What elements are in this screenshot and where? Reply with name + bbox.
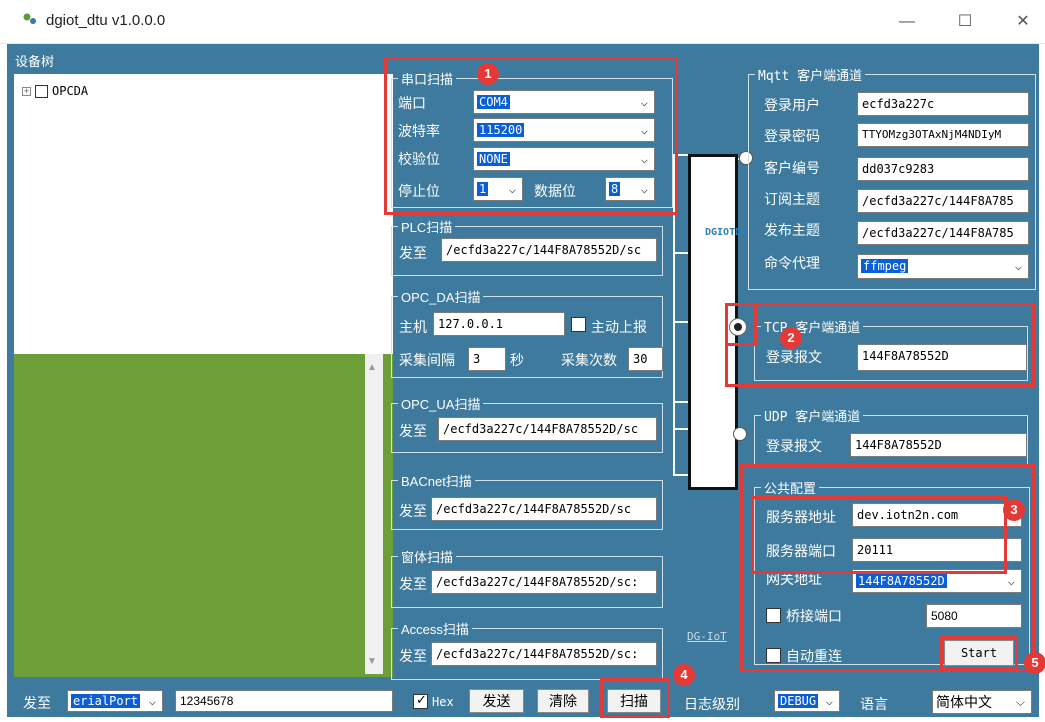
- annotation-box-3b: [751, 496, 1007, 574]
- chevron-down-icon: ⌵: [1015, 695, 1025, 709]
- mqtt-proxy-label: 命令代理: [764, 255, 820, 271]
- host-label: 主机: [399, 319, 427, 335]
- plc-scan-title: PLC扫描: [398, 217, 456, 236]
- annotation-box-2: [725, 303, 1035, 387]
- bacnet-send-label: 发至: [399, 503, 427, 519]
- tree-node-opcda[interactable]: + OPCDA: [22, 84, 88, 98]
- interval-label: 采集间隔: [399, 352, 455, 368]
- mqtt-sub-field[interactable]: /ecfd3a227c/144F8A785: [857, 189, 1029, 213]
- device-tree-label: 设备树: [15, 54, 55, 69]
- access-send-label: 发至: [399, 648, 427, 664]
- annotation-badge-4: 4: [673, 664, 695, 686]
- log-panel: [14, 352, 393, 677]
- auto-report-checkbox[interactable]: [571, 317, 586, 332]
- mqtt-password-label: 登录密码: [764, 128, 820, 144]
- annotation-badge-2: 2: [780, 327, 802, 349]
- udp-login-field[interactable]: 144F8A78552D: [850, 433, 1027, 457]
- auto-report-label: 主动上报: [591, 319, 647, 335]
- minimize-button[interactable]: —: [887, 8, 927, 36]
- udp-login-label: 登录报文: [766, 438, 822, 454]
- mqtt-client-field[interactable]: dd037c9283: [857, 157, 1029, 181]
- bus-label: DGIOTDTU: [705, 227, 754, 238]
- access-topic-field[interactable]: /ecfd3a227c/144F8A78552D/sc:: [431, 642, 657, 666]
- opc-da-title: OPC_DA扫描: [398, 287, 484, 306]
- send-target-select[interactable]: erialPort ⌵: [67, 690, 163, 712]
- udp-title: UDP 客户端通道: [761, 406, 864, 425]
- hex-label: Hex: [432, 695, 454, 709]
- bacnet-title: BACnet扫描: [398, 471, 475, 490]
- chevron-down-icon: ⌵: [825, 694, 833, 708]
- window-title: dgiot_dtu v1.0.0.0: [46, 12, 166, 29]
- annotation-badge-5: 5: [1024, 652, 1045, 674]
- tree-node-checkbox[interactable]: [35, 84, 48, 98]
- title-bar: dgiot_dtu v1.0.0.0 — ☐ ✕: [0, 0, 1045, 44]
- language-value: 简体中文: [936, 694, 992, 710]
- log-level-value: DEBUG: [778, 694, 819, 708]
- window-scan-title: 窗体扫描: [398, 547, 457, 566]
- mqtt-user-label: 登录用户: [764, 97, 820, 113]
- mqtt-password-field[interactable]: TTYOMzg3OTAxNjM4NDIyM: [857, 123, 1029, 147]
- language-label: 语言: [860, 696, 888, 712]
- log-scrollbar[interactable]: [365, 354, 383, 674]
- opc-ua-send-label: 发至: [399, 423, 427, 439]
- mqtt-title: Mqtt 客户端通道: [755, 65, 866, 84]
- dgiot-footer-link[interactable]: DG-IoT: [687, 630, 727, 643]
- language-select[interactable]: 简体中文 ⌵: [932, 690, 1032, 714]
- annotation-box-4: [600, 678, 670, 718]
- chevron-down-icon: ⌵: [148, 694, 156, 708]
- annotation-box-5: [940, 636, 1018, 670]
- annotation-badge-1: 1: [477, 63, 499, 85]
- main-panel: 设备树 + OPCDA ▲ ▼ 串口扫描 端口 COM4 ⌵ 波特率 11520…: [7, 44, 1045, 718]
- opc-ua-topic-field[interactable]: /ecfd3a227c/144F8A78552D/sc: [438, 417, 657, 441]
- count-field[interactable]: 30: [628, 347, 663, 371]
- send-target-value: erialPort: [71, 694, 141, 708]
- device-tree[interactable]: + OPCDA: [14, 74, 393, 352]
- mqtt-sub-label: 订阅主题: [764, 191, 820, 207]
- interval-unit: 秒: [510, 352, 524, 368]
- count-label: 采集次数: [561, 352, 617, 368]
- window-send-label: 发至: [399, 576, 427, 592]
- bacnet-topic-field[interactable]: /ecfd3a227c/144F8A78552D/sc: [431, 497, 657, 521]
- mqtt-proxy-select[interactable]: ffmpeg ⌵: [857, 254, 1029, 279]
- bottom-send-label: 发至: [23, 695, 51, 711]
- scroll-up-icon[interactable]: ▲: [367, 362, 377, 373]
- annotation-badge-3: 3: [1003, 499, 1025, 521]
- host-field[interactable]: 127.0.0.1: [433, 312, 565, 336]
- mqtt-user-field[interactable]: ecfd3a227c: [857, 92, 1029, 116]
- close-button[interactable]: ✕: [1003, 8, 1043, 36]
- annotation-box-2b: [725, 303, 757, 346]
- payload-field[interactable]: 12345678: [175, 690, 393, 712]
- maximize-button[interactable]: ☐: [945, 8, 985, 36]
- send-button[interactable]: 发送: [469, 689, 524, 713]
- hex-checkbox[interactable]: [413, 692, 428, 709]
- mqtt-pub-field[interactable]: /ecfd3a227c/144F8A785: [857, 221, 1029, 245]
- tree-node-label: OPCDA: [52, 84, 89, 98]
- window-topic-field[interactable]: /ecfd3a227c/144F8A78552D/sc:: [431, 570, 657, 594]
- scroll-down-icon[interactable]: ▼: [367, 656, 377, 667]
- proxy-value: ffmpeg: [861, 259, 909, 273]
- expand-icon[interactable]: +: [22, 86, 31, 96]
- log-level-select[interactable]: DEBUG ⌵: [774, 690, 840, 712]
- annotation-box-1: [384, 57, 678, 215]
- opc-ua-title: OPC_UA扫描: [398, 394, 484, 413]
- mqtt-client-label: 客户编号: [764, 160, 820, 176]
- plc-topic-field[interactable]: /ecfd3a227c/144F8A78552D/sc: [441, 238, 657, 262]
- log-level-label: 日志级别: [684, 696, 740, 712]
- access-scan-title: Access扫描: [398, 619, 472, 638]
- udp-connector-dot[interactable]: [733, 427, 747, 441]
- chevron-down-icon: ⌵: [1014, 259, 1022, 273]
- interval-field[interactable]: 3: [468, 347, 506, 371]
- plc-send-label: 发至: [399, 245, 427, 261]
- clear-button[interactable]: 清除: [537, 689, 589, 713]
- app-logo-icon: [23, 13, 36, 24]
- mqtt-pub-label: 发布主题: [764, 222, 820, 238]
